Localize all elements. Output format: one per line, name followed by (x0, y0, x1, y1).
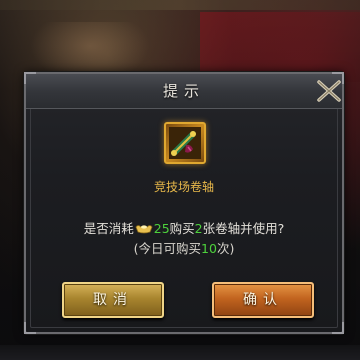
scroll-icon (169, 127, 201, 159)
quantity-value: 2 (194, 221, 203, 236)
confirm-button[interactable]: 确认 (212, 282, 314, 318)
corner-ornament (332, 322, 344, 334)
dialog-title: 提示 (162, 82, 205, 100)
message-suffix: 张卷轴并使用? (202, 221, 285, 236)
purchase-message: 是否消耗 25购买2张卷轴并使用? (26, 218, 342, 237)
background-bottom-bar (0, 345, 360, 360)
item-name: 竞技场卷轴 (153, 180, 214, 194)
cost-value: 25 (153, 221, 170, 236)
daily-limit-message: (今日可购买10次) (26, 238, 342, 257)
background-top-bar (0, 0, 360, 10)
limit-prefix: (今日可购买 (133, 241, 202, 256)
item-slot[interactable] (164, 122, 206, 164)
purchase-confirm-dialog: 提示 竞技场卷轴 是否消耗 25购买2张卷轴并使用? (今日可购买10次) 取消 … (24, 72, 344, 334)
gold-ingot-icon (135, 225, 153, 234)
message-prefix: 是否消耗 (83, 221, 134, 236)
message-middle: 购买 (169, 221, 195, 236)
cancel-button[interactable]: 取消 (62, 282, 164, 318)
limit-suffix: 次) (216, 241, 235, 256)
close-button[interactable] (314, 77, 344, 105)
corner-ornament (24, 322, 36, 334)
dialog-header: 提示 (26, 74, 342, 109)
close-icon (317, 80, 341, 102)
remaining-count: 10 (201, 241, 217, 256)
